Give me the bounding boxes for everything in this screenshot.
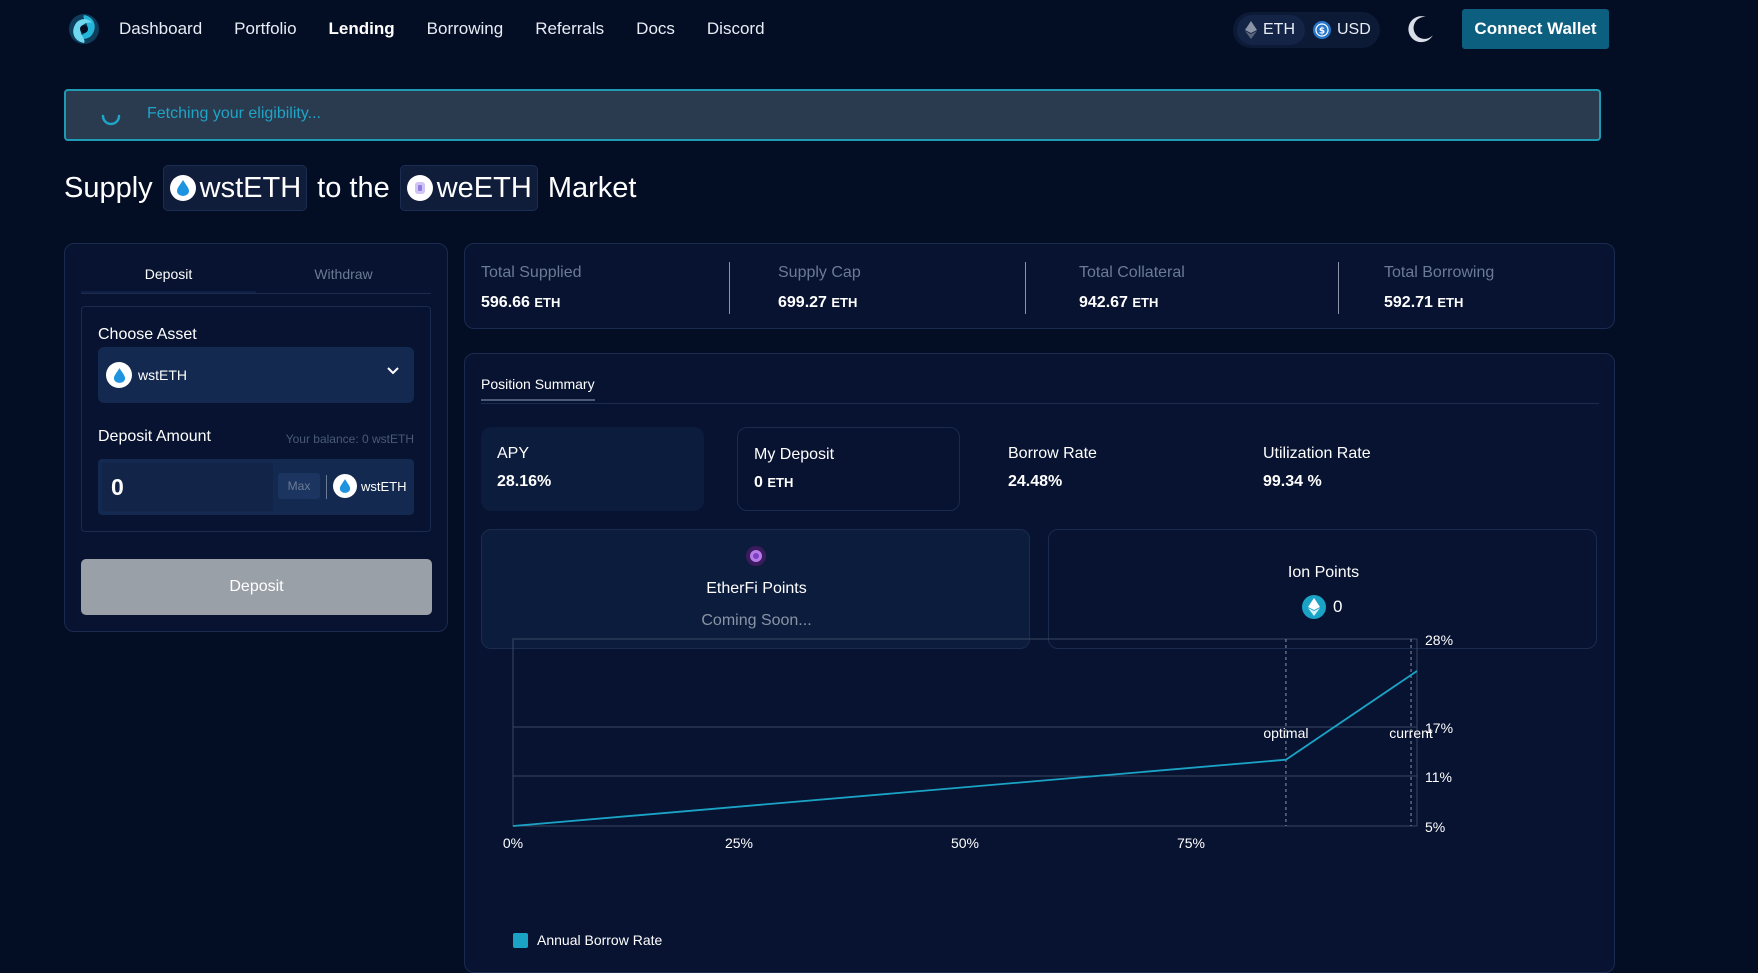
stat-label: Total Supplied xyxy=(481,264,582,281)
stat-label: Total Collateral xyxy=(1079,264,1185,281)
annotation-label-optimal: optimal xyxy=(1263,725,1308,741)
position-summary-card: Position Summary APY 28.16% My Deposit 0… xyxy=(464,353,1615,973)
legend-swatch xyxy=(513,932,528,948)
stat-divider xyxy=(729,262,730,314)
stat-value: 942.67 ETH xyxy=(1079,294,1185,312)
stat-label: Total Borrowing xyxy=(1384,264,1495,281)
nav-discord[interactable]: Discord xyxy=(707,17,765,41)
nav-referrals[interactable]: Referrals xyxy=(535,17,604,41)
connect-wallet-button[interactable]: Connect Wallet xyxy=(1462,9,1609,49)
y-tick-label: 11% xyxy=(1425,769,1452,785)
loading-spinner-icon xyxy=(101,114,121,126)
stat-label: Supply Cap xyxy=(778,264,861,281)
unit-eth-label: ETH xyxy=(1263,21,1295,38)
unit-usd-label: USD xyxy=(1337,21,1371,38)
stat-unit: ETH xyxy=(1132,295,1159,310)
unit-toggle: ETH $ USD xyxy=(1233,12,1380,48)
legend-label: Annual Borrow Rate xyxy=(537,932,663,948)
stat-number: 592.71 xyxy=(1384,294,1433,311)
stat-unit: ETH xyxy=(831,295,858,310)
x-tick-label: 25% xyxy=(725,835,753,851)
x-tick-label: 0% xyxy=(503,835,523,851)
amount-token: wstETH xyxy=(333,474,407,498)
eligibility-banner: Fetching your eligibility... xyxy=(64,89,1601,141)
stat-divider xyxy=(1338,262,1339,314)
y-tick-label: 28% xyxy=(1425,632,1453,648)
tab-deposit[interactable]: Deposit xyxy=(81,264,256,293)
stat-unit: ETH xyxy=(534,295,561,310)
x-tick-label: 50% xyxy=(951,835,979,851)
choose-asset-label: Choose Asset xyxy=(98,326,197,343)
nav-dashboard[interactable]: Dashboard xyxy=(119,17,202,41)
wsteth-icon xyxy=(106,362,132,388)
stat-number: 699.27 xyxy=(778,294,827,311)
y-tick-label: 5% xyxy=(1425,819,1445,835)
stat-divider xyxy=(1025,262,1026,314)
title-supply: Supply xyxy=(64,171,153,204)
nav-borrowing[interactable]: Borrowing xyxy=(427,17,504,41)
amount-field: Max wstETH xyxy=(98,459,414,515)
page-title: Supply wstETH to the weETH Market xyxy=(64,165,636,211)
stat-total-borrowing: Total Borrowing 592.71 ETH xyxy=(1384,264,1494,312)
wsteth-icon xyxy=(169,175,196,201)
stat-unit: ETH xyxy=(1437,295,1464,310)
wsteth-icon xyxy=(333,474,357,498)
title-market: Market xyxy=(547,171,637,204)
deposit-button[interactable]: Deposit xyxy=(81,559,432,615)
svg-text:$: $ xyxy=(1319,27,1325,37)
chart-legend: Annual Borrow Rate xyxy=(513,932,662,948)
stat-supply-cap: Supply Cap 699.27 ETH xyxy=(778,264,861,312)
title-market-asset: weETH xyxy=(436,171,532,204)
eligibility-text: Fetching your eligibility... xyxy=(147,105,321,122)
borrow-rate-chart: 5%11%17%28% 0% 25% 50% 75% optimal current xyxy=(503,632,1453,851)
nav-lending[interactable]: Lending xyxy=(329,17,395,41)
amount-token-label: wstETH xyxy=(361,478,407,494)
deposit-amount-label: Deposit Amount xyxy=(98,428,211,445)
deposit-form: Choose Asset wstETH Deposit Amount Your … xyxy=(81,306,431,532)
nav-portfolio[interactable]: Portfolio xyxy=(234,17,296,41)
usd-coin-icon: $ xyxy=(1313,21,1331,39)
market-stats-card: Total Supplied 596.66 ETH Supply Cap 699… xyxy=(464,243,1615,329)
deposit-withdraw-tabs: Deposit Withdraw xyxy=(81,264,431,294)
title-market-chip: weETH xyxy=(399,165,538,211)
chevron-down-icon xyxy=(387,367,399,375)
max-button[interactable]: Max xyxy=(278,473,320,499)
moon-icon[interactable] xyxy=(1406,14,1436,44)
stat-value: 596.66 ETH xyxy=(481,294,582,312)
stat-total-collateral: Total Collateral 942.67 ETH xyxy=(1079,264,1185,312)
stat-value: 592.71 ETH xyxy=(1384,294,1494,312)
stat-number: 942.67 xyxy=(1079,294,1128,311)
stat-number: 596.66 xyxy=(481,294,530,311)
stat-total-supplied: Total Supplied 596.66 ETH xyxy=(481,264,582,312)
title-to-the: to the xyxy=(317,171,390,204)
annotation-label-current: current xyxy=(1389,725,1433,741)
selected-asset: wstETH xyxy=(138,367,187,383)
asset-select[interactable]: wstETH xyxy=(98,347,414,403)
ion-logo-icon[interactable] xyxy=(67,12,101,46)
tab-withdraw[interactable]: Withdraw xyxy=(256,264,431,293)
nav-docs[interactable]: Docs xyxy=(636,17,675,41)
deposit-amount-input[interactable] xyxy=(102,463,273,511)
nav-links: Dashboard Portfolio Lending Borrowing Re… xyxy=(119,17,797,41)
x-tick-label: 75% xyxy=(1177,835,1205,851)
title-asset-chip: wstETH xyxy=(162,165,308,211)
amount-divider xyxy=(326,475,327,499)
unit-eth-option[interactable]: ETH xyxy=(1237,15,1305,45)
annual-borrow-rate-line xyxy=(512,670,1418,827)
title-asset: wstETH xyxy=(199,171,302,204)
wallet-balance: Your balance: 0 wstETH xyxy=(285,432,414,446)
top-nav: Dashboard Portfolio Lending Borrowing Re… xyxy=(0,0,1758,58)
eth-icon xyxy=(1245,21,1257,39)
stat-value: 699.27 ETH xyxy=(778,294,861,312)
unit-usd-option[interactable]: $ USD xyxy=(1305,15,1381,45)
weeth-icon xyxy=(406,175,433,201)
deposit-card: Deposit Withdraw Choose Asset wstETH Dep… xyxy=(64,243,448,632)
